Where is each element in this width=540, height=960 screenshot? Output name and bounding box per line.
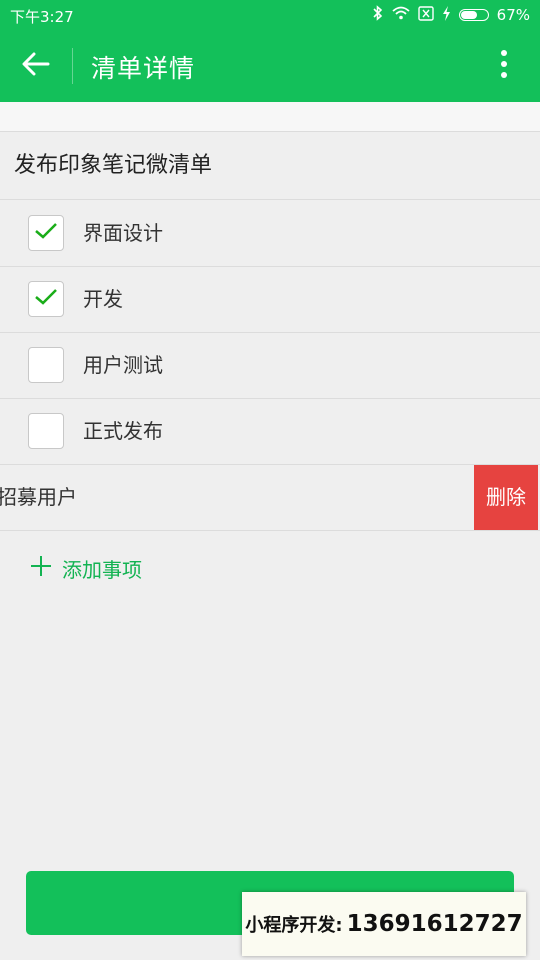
charging-icon <box>442 5 451 25</box>
back-button[interactable] <box>14 44 58 88</box>
list-item[interactable]: 正式发布 <box>0 399 540 465</box>
item-label: 正式发布 <box>83 419 163 443</box>
status-icons: 67% <box>372 5 530 25</box>
header-spacer <box>0 102 540 132</box>
list-title: 发布印象笔记微清单 <box>0 132 540 200</box>
bluetooth-icon <box>372 5 384 25</box>
page-title: 清单详情 <box>91 54 196 83</box>
overlay-label: 小程序开发: <box>245 915 343 936</box>
battery-percent: 67% <box>496 6 530 24</box>
wifi-icon <box>392 6 410 24</box>
swiped-list-item[interactable]: ▯招募用户 删除 <box>0 465 540 531</box>
check-icon <box>34 288 58 310</box>
delete-button[interactable]: 删除 <box>474 465 538 530</box>
check-icon <box>34 222 58 244</box>
contact-overlay: 小程序开发: 13691612727 <box>242 892 526 956</box>
item-checkbox[interactable] <box>28 281 64 317</box>
more-menu-button[interactable] <box>486 46 522 86</box>
arrow-left-icon <box>22 52 50 80</box>
status-time: 下午3:27 <box>10 8 74 26</box>
title-divider <box>72 48 73 84</box>
list-item[interactable]: 界面设计 <box>0 201 540 267</box>
list-item[interactable]: 用户测试 <box>0 333 540 399</box>
plus-icon <box>30 555 52 582</box>
item-label: 开发 <box>83 287 123 311</box>
item-checkbox[interactable] <box>28 413 64 449</box>
item-label: 界面设计 <box>83 221 163 245</box>
overlay-phone: 13691612727 <box>346 911 523 937</box>
app-bar: 清单详情 <box>0 30 540 102</box>
list-item[interactable]: 开发 <box>0 267 540 333</box>
item-label: 用户测试 <box>83 353 163 377</box>
no-sim-icon <box>417 5 434 25</box>
item-label: ▯招募用户 <box>0 465 77 530</box>
item-checkbox[interactable] <box>28 215 64 251</box>
battery-fill <box>460 11 478 19</box>
todo-list: 界面设计 开发 用户测试 正式发布 ▯招募用户 删除 <box>0 201 540 531</box>
more-vertical-icon <box>500 49 508 83</box>
swiped-item-label: 招募用户 <box>0 485 77 509</box>
item-checkbox[interactable] <box>28 347 64 383</box>
add-item-label: 添加事项 <box>62 557 142 582</box>
battery-icon <box>458 9 489 21</box>
add-item-button[interactable]: 添加事项 <box>30 548 142 588</box>
status-bar: 下午3:27 67% <box>0 0 540 30</box>
